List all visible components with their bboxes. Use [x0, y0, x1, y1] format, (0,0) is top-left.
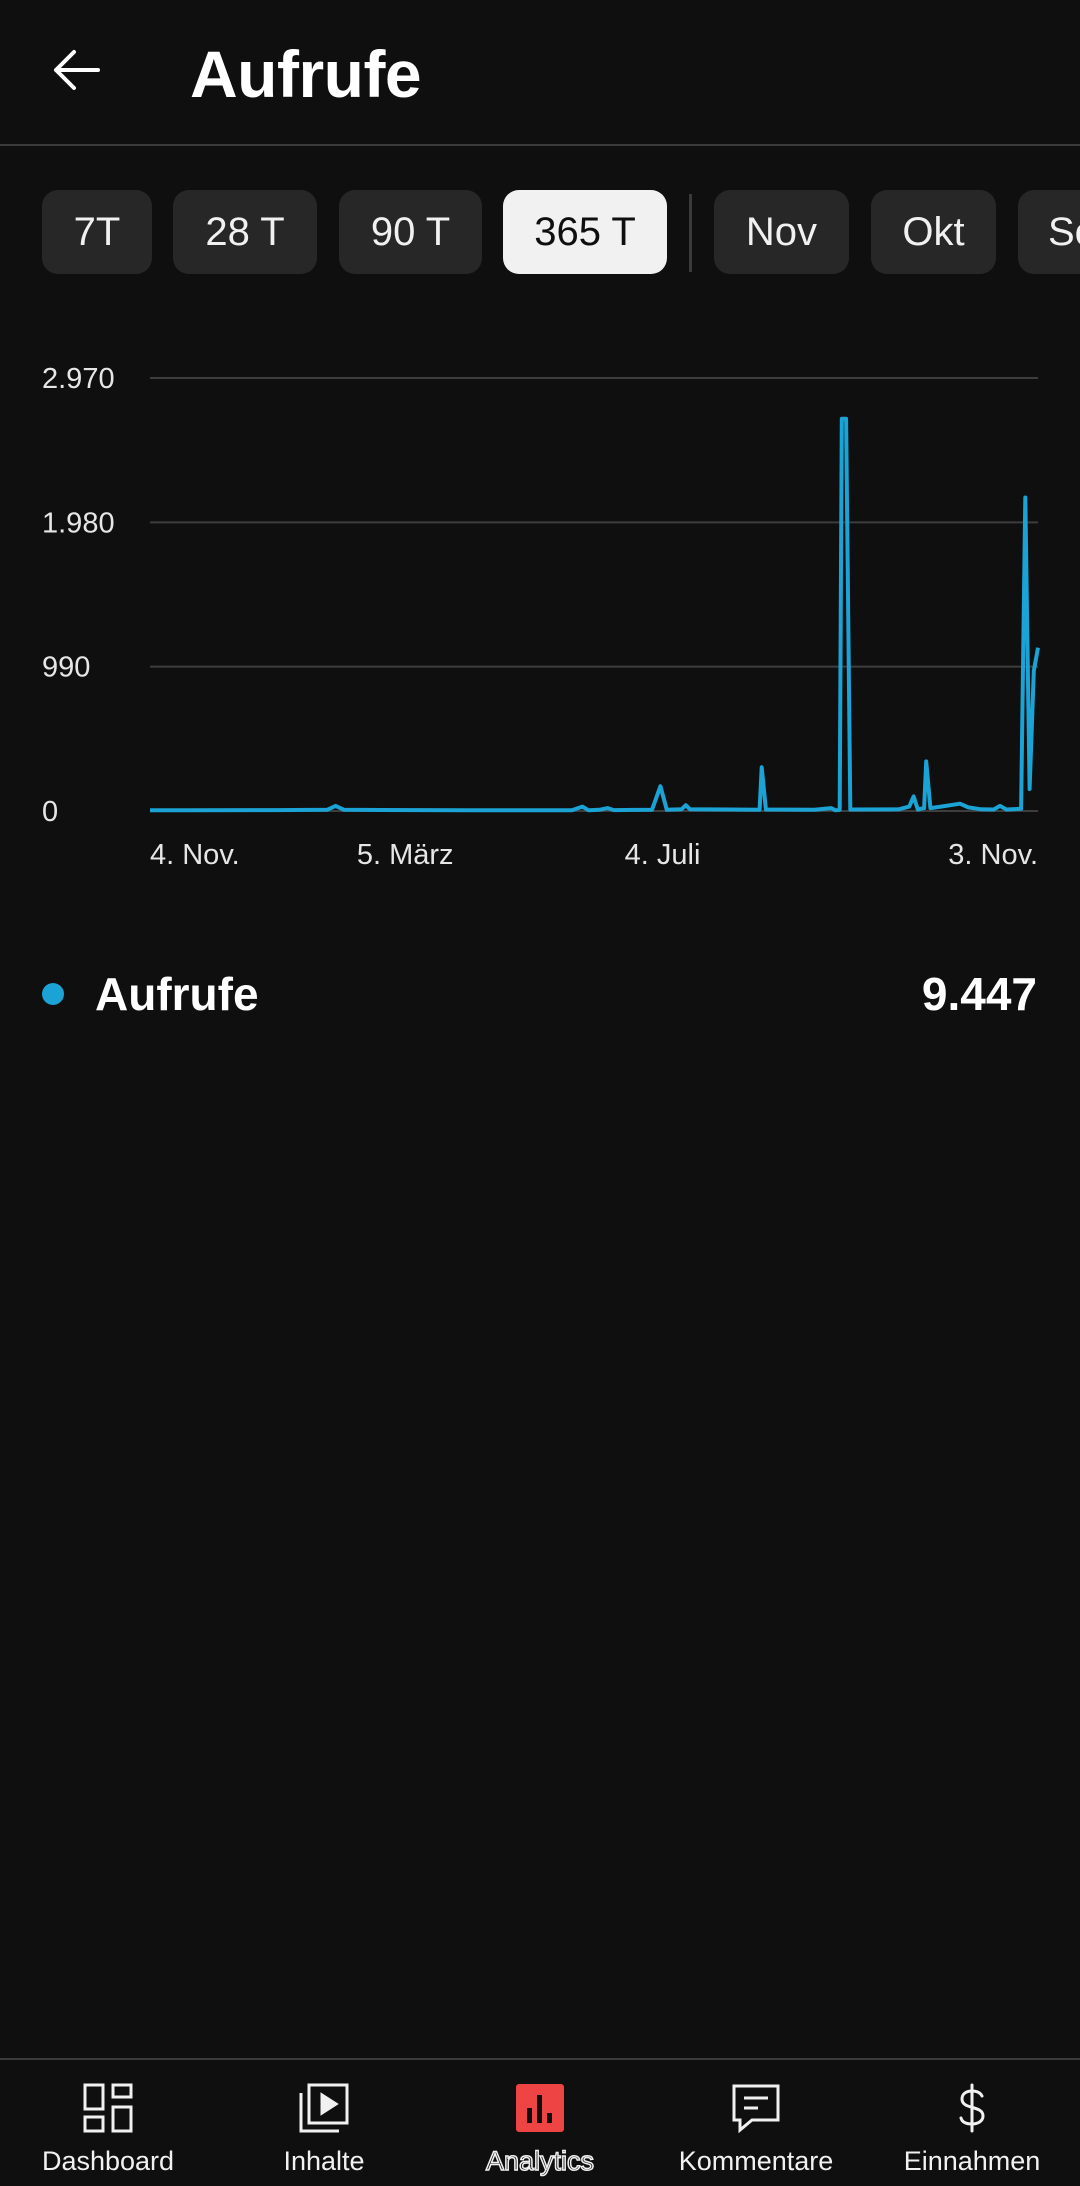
nav-kommentare[interactable]: Kommentare	[648, 2060, 864, 2186]
y-tick-label: 1.980	[42, 507, 115, 539]
nav-label-inhalte: Inhalte	[283, 2146, 365, 2176]
chip-divider	[689, 194, 692, 272]
nav-analytics[interactable]: Analytics	[432, 2060, 648, 2186]
y-tick-label: 0	[42, 796, 58, 828]
legend-dot	[42, 983, 64, 1005]
x-tick-label: 5. März	[357, 839, 454, 871]
x-tick-label: 4. Juli	[625, 839, 701, 871]
nav-inhalte[interactable]: Inhalte	[216, 2060, 432, 2186]
legend-label: Aufrufe	[95, 968, 259, 1020]
series-line-aufrufe	[150, 416, 1040, 813]
chip-sep[interactable]: Se	[1018, 190, 1080, 274]
chart-legend: Aufrufe 9.447	[0, 960, 1080, 1030]
x-tick-label: 3. Nov.	[948, 839, 1038, 871]
nav-label-kommentare: Kommentare	[678, 2146, 834, 2176]
app-header: Aufrufe	[0, 0, 1080, 146]
chip-okt[interactable]: Okt	[871, 190, 996, 274]
x-tick-label: 4. Nov.	[150, 839, 240, 871]
chip-nov[interactable]: Nov	[714, 190, 849, 274]
chip-7-days[interactable]: 7T	[42, 190, 152, 274]
views-line-chart: 2.970 1.980 990 0 4. Nov. 5. März 4. Juli 3. No…	[42, 363, 1040, 871]
chip-365-days[interactable]: 365 T	[503, 190, 667, 274]
period-chip-row: 7T 28 T 90 T 365 T Nov Okt Se	[0, 190, 1080, 276]
y-tick-label: 2.970	[42, 363, 115, 395]
analytics-icon	[512, 2080, 568, 2136]
page-title: Aufrufe	[190, 37, 422, 111]
arrow-left-icon	[54, 50, 100, 90]
bottom-navigation: Dashboard Inhalte Analytics Kommentare E…	[0, 2058, 1080, 2186]
content-icon	[296, 2080, 352, 2136]
chip-28-days[interactable]: 28 T	[173, 190, 317, 274]
views-chart: 2.970 1.980 990 0 4. Nov. 5. März 4. Juli 3. No…	[0, 340, 1080, 900]
back-button[interactable]	[44, 38, 108, 102]
comments-icon	[728, 2080, 784, 2136]
legend-total-value: 9.447	[921, 968, 1037, 1020]
nav-dashboard[interactable]: Dashboard	[0, 2060, 216, 2186]
y-tick-label: 990	[42, 652, 90, 684]
nav-label-einnahmen: Einnahmen	[903, 2146, 1041, 2176]
dashboard-icon	[80, 2080, 136, 2136]
chip-90-days[interactable]: 90 T	[339, 190, 482, 274]
nav-label-dashboard: Dashboard	[41, 2146, 175, 2176]
nav-einnahmen[interactable]: Einnahmen	[864, 2060, 1080, 2186]
nav-label-analytics: Analytics	[485, 2145, 595, 2177]
dollar-icon	[944, 2080, 1000, 2136]
